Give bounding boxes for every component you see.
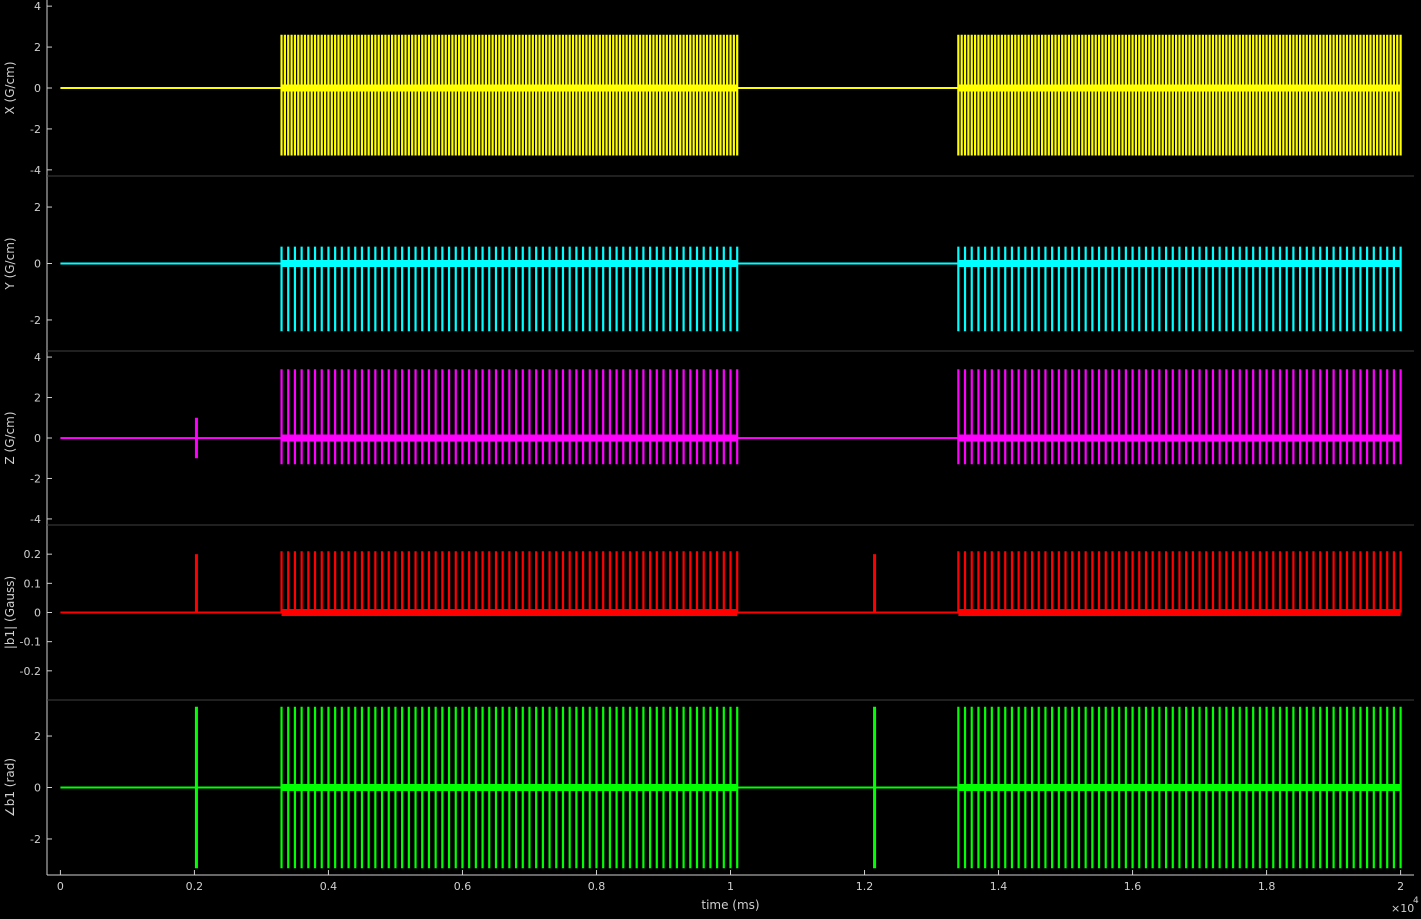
y-tick-label: -2 bbox=[30, 123, 41, 136]
y-tick-label: 0.2 bbox=[24, 548, 42, 561]
waveform-chart: -4-2024X (G/cm)-202Y (G/cm)-4-2024Z (G/c… bbox=[0, 0, 1421, 915]
x-tick-label: 0.2 bbox=[186, 880, 204, 893]
x-tick-label: 0.6 bbox=[454, 880, 472, 893]
y-tick-label: 4 bbox=[34, 351, 41, 364]
y-axis-label: X (G/cm) bbox=[3, 61, 17, 114]
x-axis-label: time (ms) bbox=[701, 898, 759, 912]
y-tick-label: 2 bbox=[34, 41, 41, 54]
x-tick-label: 1.8 bbox=[1258, 880, 1276, 893]
x-tick-label: 1.6 bbox=[1124, 880, 1142, 893]
y-axis-label: Z (G/cm) bbox=[3, 411, 17, 464]
x-tick-label: 1 bbox=[727, 880, 734, 893]
y-tick-label: 0 bbox=[34, 82, 41, 95]
y-tick-label: 0.1 bbox=[24, 577, 42, 590]
y-tick-label: -0.2 bbox=[20, 665, 41, 678]
x-exponent-power: 4 bbox=[1413, 896, 1419, 906]
x-tick-label: 0.8 bbox=[588, 880, 606, 893]
y-tick-label: -2 bbox=[30, 472, 41, 485]
y-tick-label: 0 bbox=[34, 258, 41, 271]
y-tick-label: 2 bbox=[34, 392, 41, 405]
y-tick-label: 4 bbox=[34, 0, 41, 13]
y-tick-label: -4 bbox=[30, 513, 41, 526]
y-tick-label: -2 bbox=[30, 833, 41, 846]
x-exponent-base: ×10 bbox=[1391, 902, 1414, 915]
y-tick-label: 2 bbox=[34, 730, 41, 743]
y-tick-label: 2 bbox=[34, 201, 41, 214]
x-tick-label: 1.2 bbox=[856, 880, 874, 893]
y-tick-label: -2 bbox=[30, 314, 41, 327]
y-tick-label: 0 bbox=[34, 607, 41, 620]
y-axis-label: |b1| (Gauss) bbox=[3, 576, 17, 649]
y-axis-label: ∠b1 (rad) bbox=[3, 758, 17, 817]
x-tick-label: 2 bbox=[1397, 880, 1404, 893]
y-tick-label: 0 bbox=[34, 782, 41, 795]
y-tick-label: 0 bbox=[34, 432, 41, 445]
x-axis-exponent: ×10 bbox=[1391, 902, 1414, 915]
y-tick-label: -0.1 bbox=[20, 636, 41, 649]
x-tick-label: 0.4 bbox=[320, 880, 338, 893]
y-axis-label: Y (G/cm) bbox=[3, 237, 17, 290]
x-tick-label: 1.4 bbox=[990, 880, 1008, 893]
x-tick-label: 0 bbox=[57, 880, 64, 893]
figure: -4 -2 0 2 4 X (G/cm) -2 0 2 Y (G/cm) -4 -2 0 2 4 Z (G/c… bbox=[0, 0, 1421, 915]
y-tick-label: -4 bbox=[30, 164, 41, 177]
